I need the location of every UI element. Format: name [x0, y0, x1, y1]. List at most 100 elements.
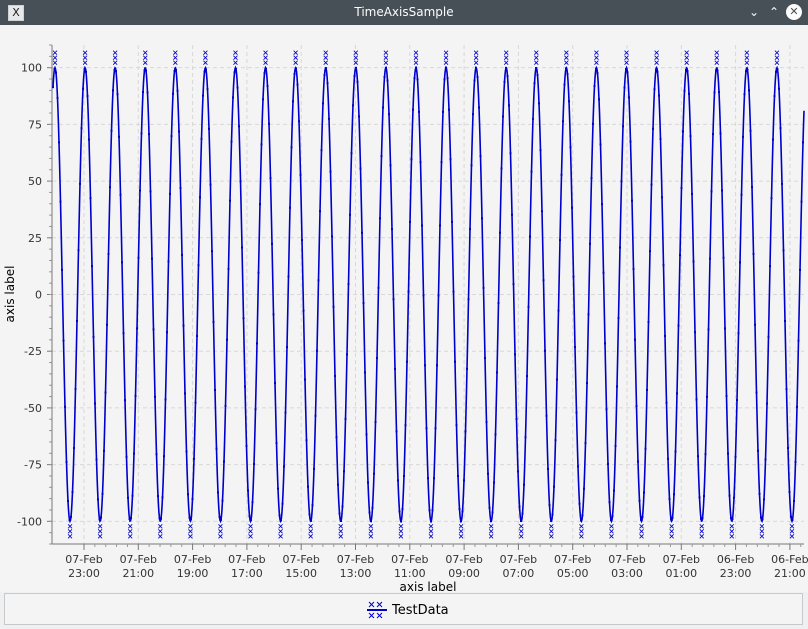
data-point [787, 447, 789, 450]
data-point [760, 516, 762, 519]
data-point [194, 401, 197, 404]
data-point [557, 309, 560, 312]
data-point [509, 152, 512, 155]
data-point [548, 504, 551, 507]
data-point [401, 508, 404, 511]
data-point [347, 283, 350, 286]
data-point [488, 506, 491, 509]
data-point [293, 73, 296, 76]
data-point [124, 399, 126, 402]
data-point [713, 91, 716, 94]
data-point [457, 474, 459, 477]
data-point [485, 421, 488, 424]
data-point [191, 498, 194, 501]
data-point [527, 305, 530, 308]
data-point [542, 279, 545, 282]
data-point [56, 96, 59, 99]
data-point [406, 360, 408, 363]
data-point [497, 302, 500, 305]
chart-svg[interactable]: 1007550250-25-50-75-10007-Feb23:0007-Feb… [0, 0, 808, 592]
data-point [152, 328, 155, 331]
data-point [793, 500, 795, 503]
data-point [343, 470, 345, 473]
data-point [535, 67, 537, 70]
data-point [316, 349, 318, 352]
data-point [122, 332, 125, 335]
data-point [170, 135, 173, 138]
data-point [592, 122, 594, 125]
data-point [716, 69, 719, 72]
data-point [752, 252, 755, 255]
data-point [83, 68, 86, 71]
data-point [254, 408, 257, 411]
data-point [590, 177, 593, 180]
data-point [373, 472, 375, 475]
data-point [317, 279, 320, 282]
data-point [695, 398, 698, 401]
data-point [719, 132, 722, 135]
x-tick-time: 03:00 [611, 567, 643, 580]
data-point [95, 458, 98, 461]
data-point [574, 346, 576, 349]
data-point [341, 505, 344, 508]
data-point [757, 449, 759, 452]
data-point [460, 520, 462, 523]
data-point [797, 339, 800, 342]
data-point [329, 170, 332, 173]
data-point [443, 78, 446, 81]
data-point [472, 113, 474, 116]
data-point [160, 517, 162, 520]
data-point [740, 193, 743, 196]
data-point [172, 92, 174, 95]
data-point [346, 353, 348, 356]
data-point [737, 332, 740, 335]
data-point [205, 68, 207, 71]
x-tick-date: 07-Feb [337, 553, 374, 566]
data-point [131, 494, 134, 497]
data-point [353, 74, 356, 77]
y-tick-label: 25 [28, 232, 42, 245]
data-point [784, 319, 786, 322]
data-point [701, 517, 704, 520]
data-point [478, 106, 480, 109]
data-point [724, 327, 726, 330]
data-point [602, 271, 605, 274]
data-point [505, 66, 507, 69]
data-point [259, 203, 261, 206]
data-point [331, 235, 333, 238]
data-point [538, 102, 540, 105]
data-point [398, 510, 401, 513]
data-point [410, 158, 413, 161]
data-point [710, 190, 713, 193]
data-point [772, 138, 774, 141]
data-point [611, 515, 614, 518]
x-tick-date: 07-Feb [282, 553, 319, 566]
data-point [332, 305, 335, 308]
data-point [223, 460, 225, 463]
data-point [454, 360, 456, 363]
data-point [434, 427, 437, 430]
data-point [338, 512, 341, 515]
data-point [187, 493, 189, 496]
data-point [380, 155, 383, 158]
data-point [428, 509, 431, 512]
x-tick-date: 06-Feb [717, 553, 754, 566]
data-point [209, 183, 212, 186]
data-point [154, 395, 156, 398]
data-point [193, 457, 195, 460]
data-point [400, 520, 402, 523]
data-point [289, 206, 291, 209]
data-point [631, 199, 633, 202]
data-point [242, 317, 245, 320]
legend-item-testdata[interactable]: TestData [367, 600, 449, 620]
data-point [206, 88, 209, 91]
data-point [104, 391, 107, 394]
data-point [386, 79, 389, 82]
data-point [677, 324, 680, 327]
data-point [691, 192, 693, 195]
x-tick-time: 05:00 [557, 567, 589, 580]
x-tick-date: 06-Feb [771, 553, 808, 566]
data-point [250, 519, 252, 522]
data-point [265, 67, 267, 70]
data-point [637, 460, 639, 463]
